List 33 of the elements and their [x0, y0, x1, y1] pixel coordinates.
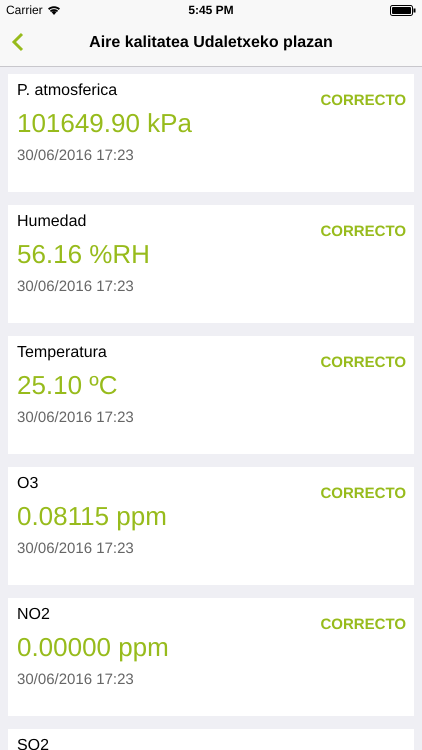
- reading-label: SO2: [17, 737, 50, 750]
- reading-value: 101649.90 kPa: [17, 108, 192, 139]
- reading-label: Temperatura: [17, 344, 107, 362]
- back-chevron-icon: [12, 32, 24, 52]
- wifi-icon: [46, 5, 61, 15]
- status-text: CORRECTO: [320, 485, 406, 502]
- reading-date: 30/06/2016 17:23: [17, 147, 134, 164]
- battery-icon: [390, 4, 416, 16]
- reading-date: 30/06/2016 17:23: [17, 278, 134, 295]
- reading-label: NO2: [17, 606, 50, 624]
- status-text: CORRECTO: [320, 354, 406, 371]
- reading-card[interactable]: Temperatura CORRECTO 25.10 ºC 30/06/2016 17:23: [8, 336, 414, 454]
- reading-label: P. atmosferica: [17, 82, 118, 100]
- reading-value: 56.16 %RH: [17, 239, 150, 270]
- reading-value: 0.00000 ppm: [17, 632, 169, 663]
- reading-label: Humedad: [17, 213, 86, 231]
- reading-card[interactable]: NO2 CORRECTO 0.00000 ppm 30/06/2016 17:23: [8, 598, 414, 716]
- reading-card[interactable]: O3 CORRECTO 0.08115 ppm 30/06/2016 17:23: [8, 467, 414, 585]
- carrier-name: Carrier: [6, 3, 43, 17]
- reading-value: 0.08115 ppm: [17, 501, 167, 532]
- reading-value: 25.10 ºC: [17, 370, 118, 401]
- reading-card[interactable]: Humedad CORRECTO 56.16 %RH 30/06/2016 17:23: [8, 205, 414, 323]
- status-text: CORRECTO: [320, 616, 406, 633]
- reading-label: O3: [17, 475, 38, 493]
- reading-card[interactable]: P. atmosferica CORRECTO 101649.90 kPa 30/06/2016 17:23: [8, 74, 414, 192]
- status-time: 5:45 PM: [188, 3, 234, 17]
- reading-card[interactable]: SO2: [8, 729, 414, 750]
- status-text: CORRECTO: [320, 92, 406, 109]
- nav-title: Aire kalitatea Udaletxeko plazan: [89, 34, 333, 52]
- reading-date: 30/06/2016 17:23: [17, 671, 134, 688]
- reading-date: 30/06/2016 17:23: [17, 540, 134, 557]
- status-text: CORRECTO: [320, 223, 406, 240]
- reading-date: 30/06/2016 17:23: [17, 409, 134, 426]
